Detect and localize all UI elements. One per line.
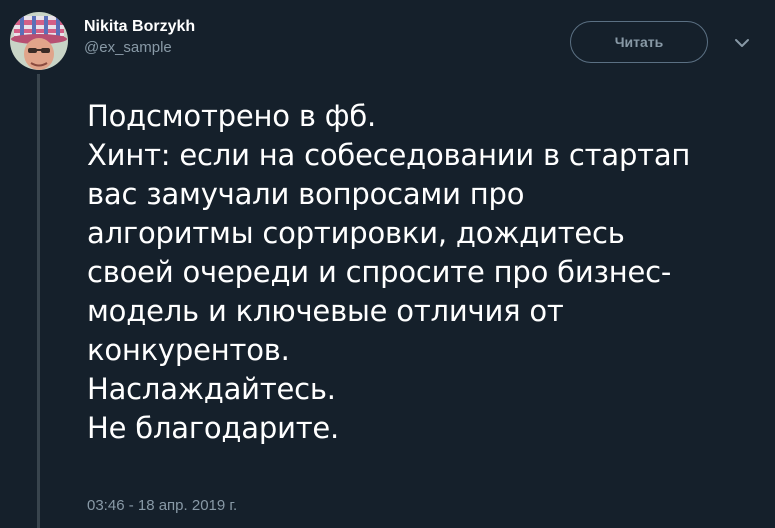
tweet-text-line: Наслаждайтесь.: [87, 372, 336, 406]
tweet-text-line: модель и ключевые отличия от: [87, 294, 564, 328]
tweet-text-line: вас замучали вопросами про: [87, 177, 525, 211]
tweet-card: Nikita Borzykh @ex_sample Читать Подсмот…: [0, 0, 775, 528]
author-block[interactable]: Nikita Borzykh @ex_sample: [84, 16, 195, 58]
tweet-text-line: Подсмотрено в фб.: [87, 99, 377, 133]
avatar[interactable]: [10, 12, 68, 70]
follow-button[interactable]: Читать: [570, 21, 708, 63]
tweet-text-line: своей очереди и спросите про бизнес-: [87, 255, 672, 289]
chevron-down-icon[interactable]: [734, 36, 750, 48]
avatar-image: [10, 12, 68, 70]
display-name[interactable]: Nikita Borzykh: [84, 16, 195, 38]
user-handle[interactable]: @ex_sample: [84, 38, 195, 58]
tweet-text-line: конкурентов.: [87, 333, 290, 367]
tweet-text: Подсмотрено в фб. Хинт: если на собеседо…: [87, 97, 757, 448]
tweet-text-line: алгоритмы сортировки, дождитесь: [87, 216, 625, 250]
thread-line: [37, 74, 40, 528]
tweet-text-line: Хинт: если на собеседовании в стартап: [87, 138, 691, 172]
tweet-timestamp[interactable]: 03:46 - 18 апр. 2019 г.: [87, 497, 237, 514]
tweet-text-line: Не благодарите.: [87, 411, 340, 445]
